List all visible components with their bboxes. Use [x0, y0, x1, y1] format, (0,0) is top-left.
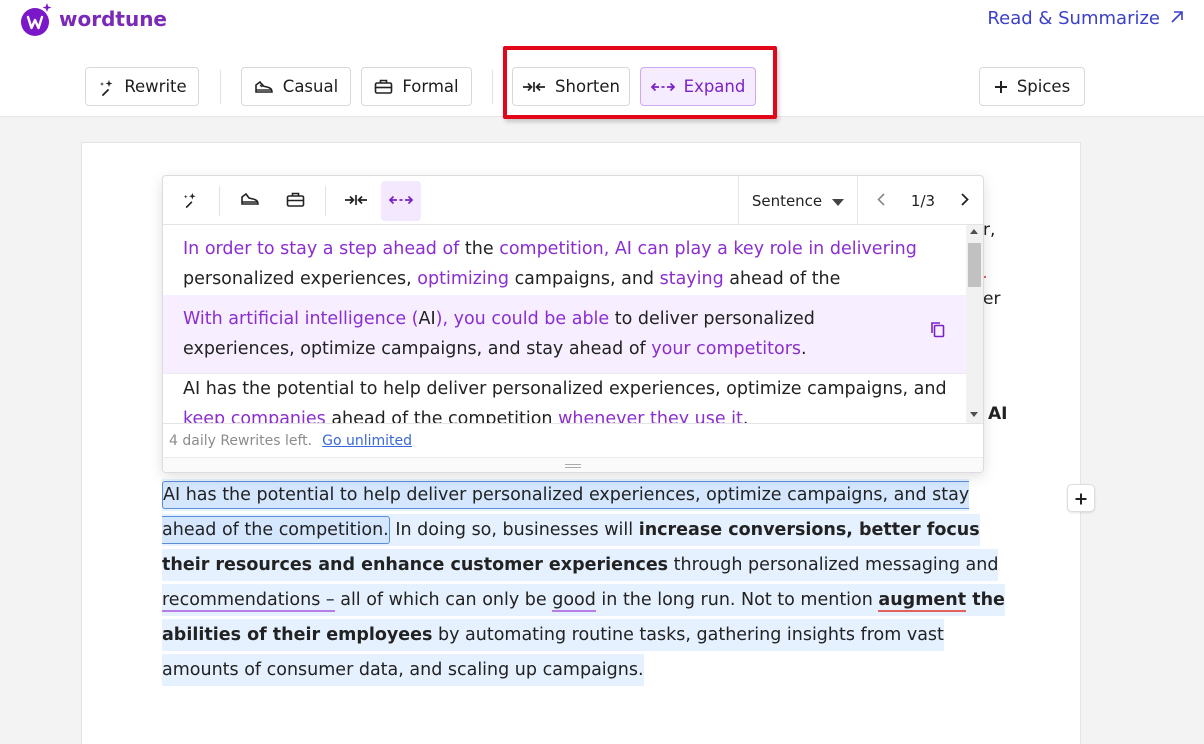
wordtune-logo[interactable]: wordtune: [20, 2, 167, 36]
popup-divider: [325, 186, 326, 216]
expand-arrows-icon: [388, 192, 414, 211]
formal-button[interactable]: Formal: [361, 67, 472, 106]
unchanged-text: .: [801, 339, 807, 359]
unchanged-text: campaigns, and: [509, 269, 660, 289]
suggestion-list: In order to stay a step ahead of the com…: [163, 225, 967, 423]
sneaker-icon: [254, 79, 274, 95]
popup-divider: [219, 186, 220, 216]
document-paragraph[interactable]: AI has the potential to help deliver per…: [162, 478, 1012, 688]
suggestion-underline[interactable]: recommendations –: [162, 590, 335, 612]
shorten-mode-button[interactable]: [336, 181, 376, 221]
unchanged-text: .: [742, 409, 749, 423]
expand-mode-button[interactable]: [381, 181, 421, 221]
changed-text: With artificial intelligence (: [183, 309, 419, 329]
plus-icon: [994, 80, 1008, 94]
formal-label: Formal: [402, 77, 459, 96]
toolbar-divider: [220, 70, 221, 104]
unchanged-text: personalized experiences,: [183, 269, 418, 289]
popup-toolbar: Sentence 1/3: [163, 176, 983, 225]
next-suggestion-button[interactable]: [961, 192, 969, 210]
suggestion-item[interactable]: AI has the potential to help deliver per…: [163, 365, 967, 423]
changed-text: whenever they use it: [558, 409, 743, 423]
shorten-arrows-icon: [344, 192, 368, 211]
read-summarize-label: Read & Summarize: [987, 8, 1160, 29]
caret-down-icon: [832, 192, 845, 210]
unchanged-text: AI has the potential to help deliver per…: [183, 379, 947, 399]
sparkle-icon: [97, 78, 115, 96]
sneaker-icon: [240, 191, 260, 211]
unchanged-text: AI: [418, 309, 436, 329]
briefcase-icon: [374, 78, 393, 95]
scroll-thumb[interactable]: [968, 243, 981, 287]
rewrites-left-text: 4 daily Rewrites left.: [169, 432, 313, 449]
go-unlimited-link[interactable]: Go unlimited: [322, 433, 412, 449]
scope-dropdown[interactable]: Sentence: [738, 176, 858, 225]
highlight-annotation-box: [503, 46, 777, 119]
changed-text: keep companies: [183, 409, 326, 423]
casual-mode-button[interactable]: [230, 181, 270, 221]
brand-name: wordtune: [59, 7, 167, 31]
pager-count: 1/3: [910, 191, 936, 210]
suggestion-item[interactable]: With artificial intelligence (AI), you c…: [163, 295, 967, 374]
paragraph-text: through personalized messaging and: [668, 555, 999, 575]
suggestion-scrollbar[interactable]: [966, 225, 983, 423]
scope-dropdown-label: Sentence: [751, 191, 823, 210]
briefcase-icon: [286, 191, 305, 212]
suggestion-pager: 1/3: [863, 176, 983, 225]
external-arrow-icon: [1170, 8, 1184, 29]
paragraph-text: In doing so, businesses will: [389, 520, 639, 540]
formal-mode-button[interactable]: [275, 181, 315, 221]
rewrite-mode-button[interactable]: [169, 181, 209, 221]
add-block-button[interactable]: [1067, 484, 1095, 512]
plus-icon: [1075, 486, 1087, 510]
rewrite-suggestions-popup: Sentence 1/3 In order to stay a step ahe…: [162, 175, 984, 473]
casual-button[interactable]: Casual: [241, 67, 351, 106]
previous-suggestion-button[interactable]: [877, 192, 885, 210]
scroll-down-arrow-icon[interactable]: [970, 412, 978, 417]
rewrite-label: Rewrite: [124, 77, 187, 96]
spices-label: Spices: [1016, 77, 1071, 96]
suggestion-underline[interactable]: good: [552, 590, 596, 612]
changed-text: In order to stay a step ahead of: [183, 239, 460, 259]
paragraph-text: in the long run. Not to mention: [595, 590, 879, 610]
popup-footer: 4 daily Rewrites left. Go unlimited: [163, 423, 983, 457]
document-text-fragment: AI: [988, 404, 1008, 424]
scroll-up-arrow-icon[interactable]: [970, 229, 978, 234]
sparkle-icon: [181, 191, 198, 212]
rewrite-button[interactable]: Rewrite: [85, 67, 199, 106]
read-summarize-link[interactable]: Read & Summarize: [987, 8, 1184, 29]
paragraph-text: all of which can only be: [334, 590, 553, 610]
unchanged-text: the: [459, 239, 500, 259]
toolbar-divider: [492, 70, 493, 104]
changed-text: ), you could be able: [435, 309, 610, 329]
casual-label: Casual: [282, 77, 339, 96]
grip-icon: [565, 464, 581, 468]
changed-text: optimizing: [417, 269, 509, 289]
changed-text: staying: [659, 269, 724, 289]
copy-icon[interactable]: [930, 321, 945, 342]
changed-text: your competitors: [651, 339, 802, 359]
document-text-fragment: er: [983, 289, 1001, 309]
error-underline[interactable]: augment: [878, 590, 967, 612]
unchanged-text: ahead of the competition: [325, 409, 559, 423]
document-text-fragment: r,: [983, 220, 996, 240]
spices-button[interactable]: Spices: [979, 67, 1085, 106]
wordtune-logo-icon: [20, 2, 52, 36]
changed-text: competition, AI can play a key role in d…: [499, 239, 917, 259]
resize-handle[interactable]: [163, 457, 983, 472]
